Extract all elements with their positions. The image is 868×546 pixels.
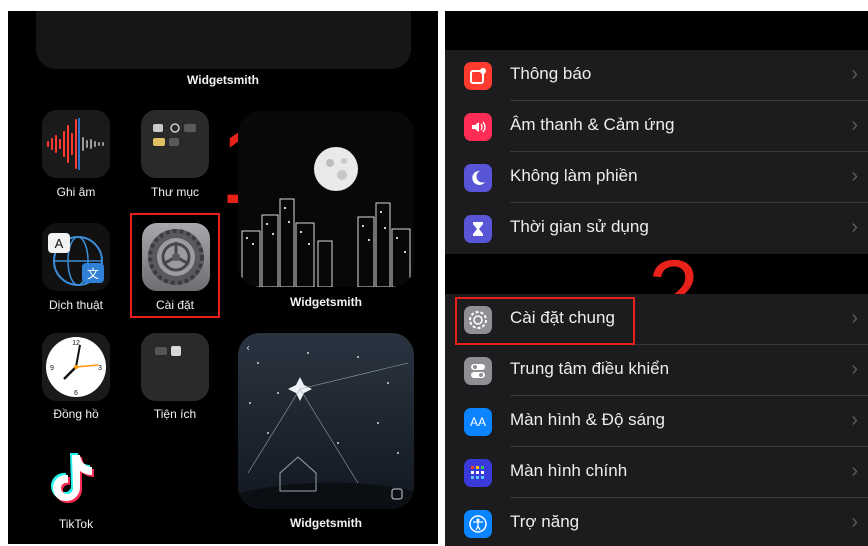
app-label: Tiện ích xyxy=(153,407,197,421)
svg-text:A: A xyxy=(55,236,64,251)
settings-row-do-not-disturb[interactable]: Không làm phiền › xyxy=(445,152,868,203)
sound-icon xyxy=(464,113,492,141)
settings-row-label: Màn hình & Độ sáng xyxy=(510,410,665,429)
app-label: Cài đặt xyxy=(155,298,195,312)
widget-label: Widgetsmith xyxy=(290,516,362,530)
chevron-right-icon: › xyxy=(851,511,858,533)
settings-row-label: Không làm phiền xyxy=(510,166,638,185)
panel-divider xyxy=(440,11,443,546)
chevron-right-icon: › xyxy=(851,165,858,187)
city-illustration xyxy=(241,147,411,287)
chevron-right-icon: › xyxy=(851,409,858,431)
chevron-right-icon: › xyxy=(851,358,858,380)
widget-label: Widgetsmith xyxy=(187,73,259,87)
widgetsmith-night-widget[interactable]: ‹ xyxy=(238,333,414,509)
svg-text:3: 3 xyxy=(98,365,102,372)
settings-row-control-center[interactable]: Trung tâm điều khiển › xyxy=(445,345,868,396)
home-screen-icon xyxy=(464,459,492,487)
voice-memos-app[interactable] xyxy=(42,110,110,178)
display-icon: AA xyxy=(464,408,492,436)
tiktok-icon xyxy=(51,453,94,503)
svg-text:9: 9 xyxy=(50,365,54,372)
widget-label: Widgetsmith xyxy=(290,295,362,309)
general-highlight-box xyxy=(455,297,635,345)
translate-icon: A 文 xyxy=(48,233,104,286)
widgetsmith-city-widget[interactable] xyxy=(238,111,414,287)
folder-app[interactable] xyxy=(141,110,209,178)
settings-row-label: Trung tâm điều khiển xyxy=(510,359,670,378)
app-label: Thư mục xyxy=(150,185,200,199)
chevron-right-icon: › xyxy=(851,216,858,238)
settings-row-label: Màn hình chính xyxy=(510,461,628,480)
waveform-icon xyxy=(47,118,104,170)
app-label: Ghi âm xyxy=(56,185,96,199)
moon-icon xyxy=(464,164,492,192)
chevron-right-icon: › xyxy=(851,63,858,85)
hourglass-icon xyxy=(464,215,492,243)
app-label: TikTok xyxy=(58,517,94,531)
svg-text:‹: ‹ xyxy=(246,343,250,354)
utilities-icon xyxy=(155,346,181,356)
notifications-icon xyxy=(464,62,492,90)
tiktok-app[interactable] xyxy=(42,443,110,511)
clock-app[interactable]: 12 3 6 9 xyxy=(42,333,110,401)
clock-icon: 12 3 6 9 xyxy=(46,337,106,397)
widgetsmith-top-widget[interactable] xyxy=(36,11,411,69)
settings-row-label: Trợ năng xyxy=(510,512,580,531)
utilities-folder[interactable] xyxy=(141,333,209,401)
chevron-right-icon: › xyxy=(851,307,858,329)
settings-row-label: Thời gian sử dụng xyxy=(510,217,649,236)
toggles-icon xyxy=(464,357,492,385)
accessibility-icon xyxy=(464,510,492,538)
settings-row-label: Thông báo xyxy=(510,64,592,83)
settings-row-display[interactable]: AA Màn hình & Độ sáng › xyxy=(445,396,868,447)
night-sky-illustration: ‹ xyxy=(238,343,414,509)
settings-row-label: Âm thanh & Cảm ứng xyxy=(510,115,675,134)
folder-grid-icon xyxy=(153,123,196,146)
translate-app[interactable]: A 文 xyxy=(42,223,110,291)
settings-row-notifications[interactable]: Thông báo › xyxy=(445,50,868,101)
home-screen: Widgetsmith Ghi âm Thư mục A 文 Dịch thuậ… xyxy=(8,11,438,544)
settings-row-home-screen[interactable]: Màn hình chính › xyxy=(445,447,868,498)
app-label: Đồng hồ xyxy=(53,407,99,421)
app-label: Dịch thuật xyxy=(48,298,104,312)
svg-text:12: 12 xyxy=(72,340,80,347)
chevron-right-icon: › xyxy=(851,460,858,482)
settings-screen: Thông báo › Âm thanh & Cảm ứng › Không l… xyxy=(445,11,868,546)
settings-row-sounds[interactable]: Âm thanh & Cảm ứng › xyxy=(445,101,868,152)
svg-text:文: 文 xyxy=(87,266,99,281)
svg-text:6: 6 xyxy=(74,390,78,397)
chevron-right-icon: › xyxy=(851,114,858,136)
settings-row-accessibility[interactable]: Trợ năng › xyxy=(445,498,868,546)
